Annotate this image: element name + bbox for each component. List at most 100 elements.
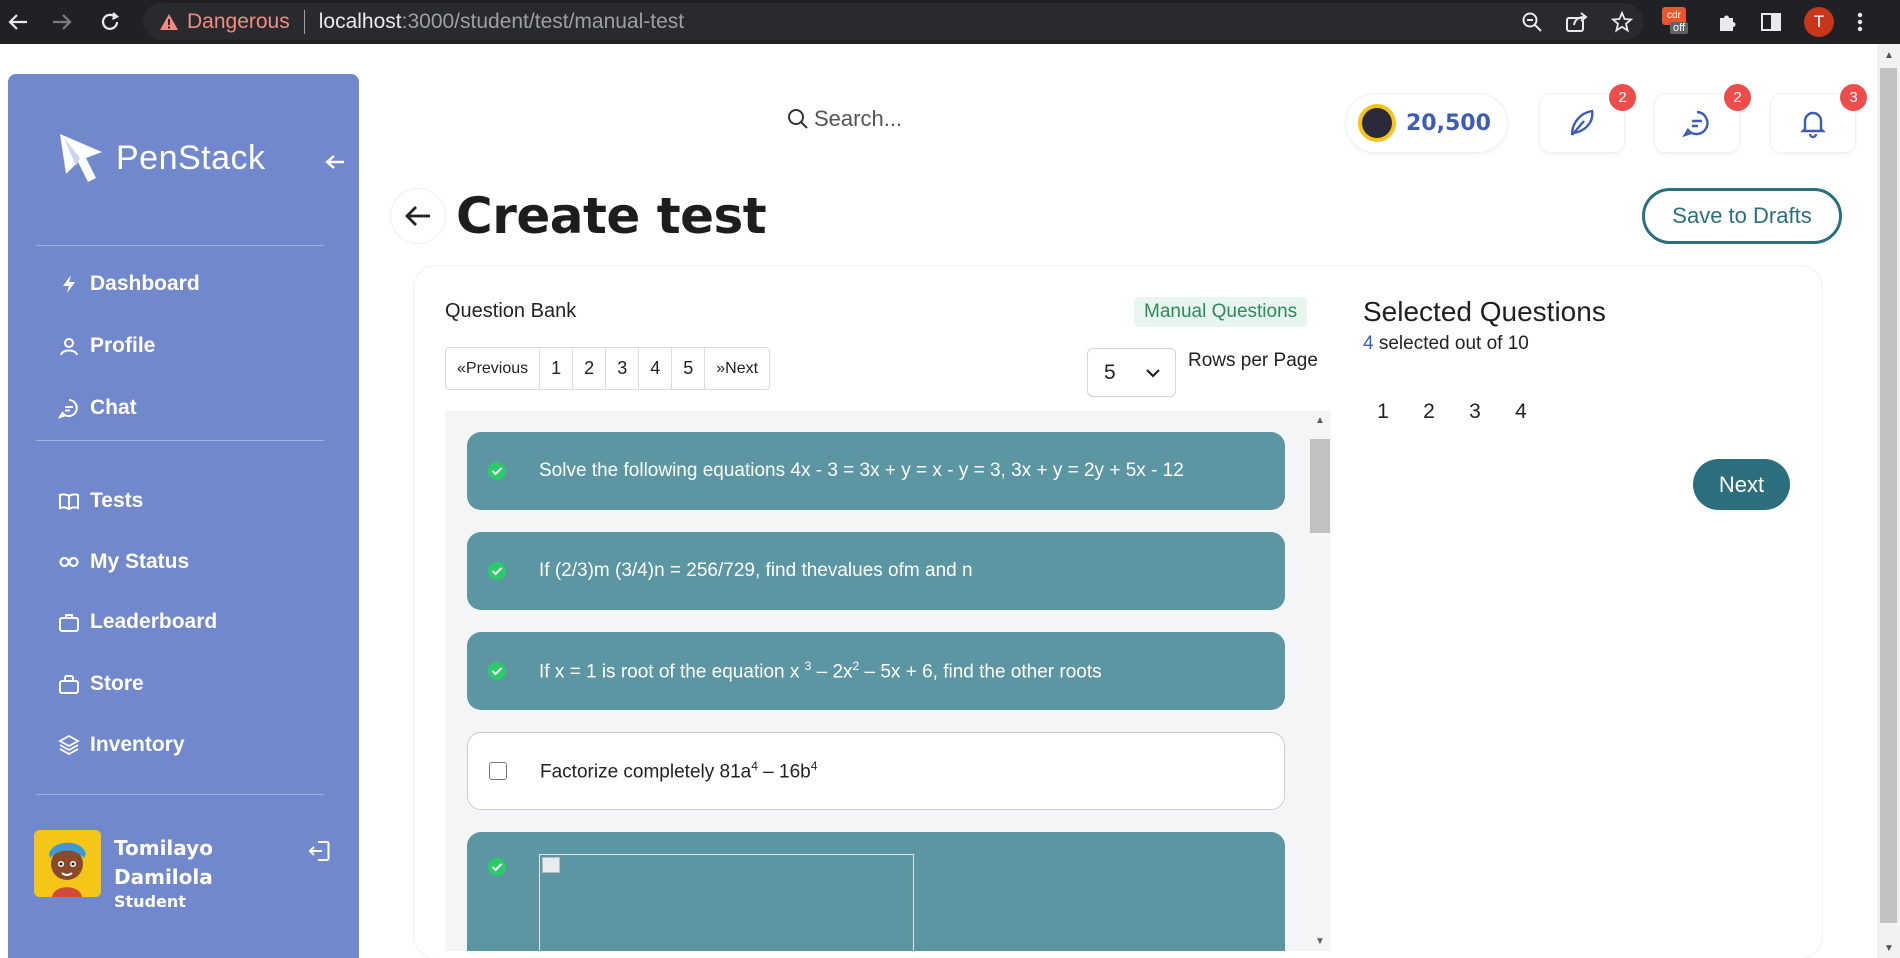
question-text: Factorize completely 81a4 – 16b4 bbox=[540, 758, 818, 783]
share-icon[interactable] bbox=[1565, 11, 1589, 33]
sidebar-divider bbox=[36, 794, 324, 795]
pagination-previous[interactable]: «Previous bbox=[446, 348, 541, 389]
selected-question-number[interactable]: 4 bbox=[1510, 400, 1532, 424]
extensions-puzzle-icon[interactable] bbox=[1716, 11, 1738, 33]
selected-question-number[interactable]: 2 bbox=[1418, 400, 1440, 424]
sidebar-item-chat[interactable]: Chat bbox=[58, 392, 137, 424]
question-item[interactable]: If (2/3)m (3/4)n = 256/729, find thevalu… bbox=[467, 532, 1285, 610]
search-placeholder: Search... bbox=[814, 106, 903, 131]
question-item[interactable]: Factorize completely 81a4 – 16b4 bbox=[467, 732, 1285, 810]
side-panel-icon[interactable] bbox=[1760, 11, 1782, 33]
logo-text: PenStack bbox=[116, 138, 266, 177]
question-list-scrollbar[interactable]: ▲ ▼ bbox=[1309, 411, 1331, 951]
sidebar-item-label: Dashboard bbox=[90, 272, 200, 295]
sidebar-item-dashboard[interactable]: Dashboard bbox=[58, 268, 200, 300]
logo[interactable]: PenStack bbox=[56, 130, 266, 186]
forward-arrow-icon[interactable] bbox=[44, 4, 80, 40]
rows-per-page-select[interactable]: 5 bbox=[1087, 348, 1176, 397]
logout-icon[interactable] bbox=[306, 838, 332, 869]
sidebar-item-my-status[interactable]: My Status bbox=[58, 546, 189, 578]
search-icon bbox=[788, 109, 808, 129]
selected-count-number: 4 bbox=[1363, 333, 1374, 354]
selected-question-number[interactable]: 3 bbox=[1464, 400, 1486, 424]
checkbox-checked[interactable] bbox=[488, 662, 506, 680]
url-host: localhost bbox=[318, 9, 402, 33]
bookmark-star-icon[interactable] bbox=[1611, 10, 1633, 33]
broken-image-icon bbox=[542, 857, 560, 873]
scroll-down-arrow-icon[interactable]: ▼ bbox=[1315, 936, 1325, 947]
sidebar-divider bbox=[36, 245, 324, 246]
extension-off-badge: off bbox=[1670, 22, 1689, 34]
collapse-sidebar-icon[interactable] bbox=[324, 147, 346, 178]
pagination-page-1[interactable]: 1 bbox=[540, 348, 574, 389]
sidebar-item-profile[interactable]: Profile bbox=[58, 330, 155, 362]
back-button[interactable] bbox=[391, 189, 445, 243]
address-bar[interactable]: Dangerous localhost:3000/student/test/ma… bbox=[143, 3, 1643, 40]
sidebar-item-leaderboard[interactable]: Leaderboard bbox=[58, 606, 217, 638]
omnibox-divider bbox=[303, 9, 305, 34]
url-path: :3000/student/test/manual-test bbox=[401, 9, 685, 33]
question-item-image[interactable] bbox=[467, 832, 1285, 951]
pagination-page-5[interactable]: 5 bbox=[672, 348, 706, 389]
checkbox-checked[interactable] bbox=[488, 562, 506, 580]
next-button[interactable]: Next bbox=[1693, 459, 1790, 510]
pagination-page-4[interactable]: 4 bbox=[639, 348, 673, 389]
security-label: Dangerous bbox=[187, 9, 290, 33]
book-icon bbox=[59, 493, 79, 511]
reload-icon[interactable] bbox=[92, 4, 128, 40]
messages-button[interactable]: 2 bbox=[1655, 84, 1751, 152]
checkbox-unchecked[interactable] bbox=[489, 762, 507, 780]
sidebar-item-tests[interactable]: Tests bbox=[58, 485, 143, 517]
user-role: Student bbox=[114, 892, 186, 911]
page-scroll-down-icon[interactable]: ▼ bbox=[1884, 943, 1894, 954]
page-scroll-up-icon[interactable]: ▲ bbox=[1884, 50, 1894, 61]
page-scrollbar[interactable]: ▲ ▼ bbox=[1877, 44, 1900, 958]
question-item[interactable]: Solve the following equations 4x - 3 = 3… bbox=[467, 432, 1285, 510]
pagination: «Previous 1 2 3 4 5 »Next bbox=[445, 347, 771, 390]
question-list: Solve the following equations 4x - 3 = 3… bbox=[445, 411, 1331, 951]
question-image bbox=[539, 854, 914, 951]
checkbox-checked[interactable] bbox=[488, 858, 506, 876]
sidebar-item-inventory[interactable]: Inventory bbox=[58, 729, 185, 761]
selected-question-numbers: 1 2 3 4 bbox=[1372, 400, 1532, 424]
coin-value: 20,500 bbox=[1406, 110, 1491, 136]
infinity-icon bbox=[59, 556, 79, 568]
security-warning[interactable]: Dangerous bbox=[159, 10, 290, 34]
manual-questions-tab[interactable]: Manual Questions bbox=[1134, 297, 1308, 327]
user-card: Tomilayo Damilola Student bbox=[34, 830, 334, 911]
sidebar-item-store[interactable]: Store bbox=[58, 668, 144, 700]
question-bank-label: Question Bank bbox=[445, 300, 577, 322]
pagination-next[interactable]: »Next bbox=[705, 348, 769, 389]
selected-question-number[interactable]: 1 bbox=[1372, 400, 1394, 424]
briefcase-icon bbox=[59, 614, 79, 632]
page-title: Create test bbox=[456, 187, 767, 245]
profile-avatar[interactable]: T bbox=[1804, 7, 1834, 37]
pagination-page-3[interactable]: 3 bbox=[606, 348, 640, 389]
search-input[interactable]: Search... bbox=[786, 106, 902, 132]
scrollbar-thumb[interactable] bbox=[1310, 439, 1330, 533]
scroll-up-arrow-icon[interactable]: ▲ bbox=[1315, 415, 1325, 426]
page-scrollbar-thumb[interactable] bbox=[1880, 68, 1897, 923]
checkbox-checked[interactable] bbox=[488, 462, 506, 480]
notifications-button[interactable]: 3 bbox=[1771, 84, 1867, 152]
zoom-icon[interactable] bbox=[1521, 11, 1543, 33]
extension-off-icon[interactable]: cdr off bbox=[1660, 7, 1694, 37]
avatar[interactable] bbox=[34, 830, 101, 897]
pagination-page-2[interactable]: 2 bbox=[573, 348, 607, 389]
back-arrow-icon[interactable] bbox=[0, 4, 36, 40]
coin-balance[interactable]: 20,500 bbox=[1346, 94, 1507, 152]
quill-button[interactable]: 2 bbox=[1540, 84, 1636, 152]
question-item[interactable]: If x = 1 is root of the equation x 3 – 2… bbox=[467, 632, 1285, 710]
selected-questions-title: Selected Questions bbox=[1363, 296, 1606, 327]
sidebar-item-label: Profile bbox=[90, 334, 156, 357]
messages-badge: 2 bbox=[1724, 84, 1751, 111]
kebab-menu-icon[interactable] bbox=[1856, 11, 1864, 33]
save-to-drafts-button[interactable]: Save to Drafts bbox=[1642, 188, 1842, 244]
rows-per-page-value: 5 bbox=[1104, 360, 1116, 384]
user-last-name: Damilola bbox=[114, 865, 213, 889]
sidebar: PenStack Dashboard Profile Chat Tests My… bbox=[8, 74, 359, 958]
quill-icon bbox=[1570, 109, 1594, 136]
selected-count: 4 selected out of 10 bbox=[1363, 333, 1529, 355]
layers-icon bbox=[58, 734, 80, 756]
coin-icon bbox=[1358, 104, 1396, 142]
